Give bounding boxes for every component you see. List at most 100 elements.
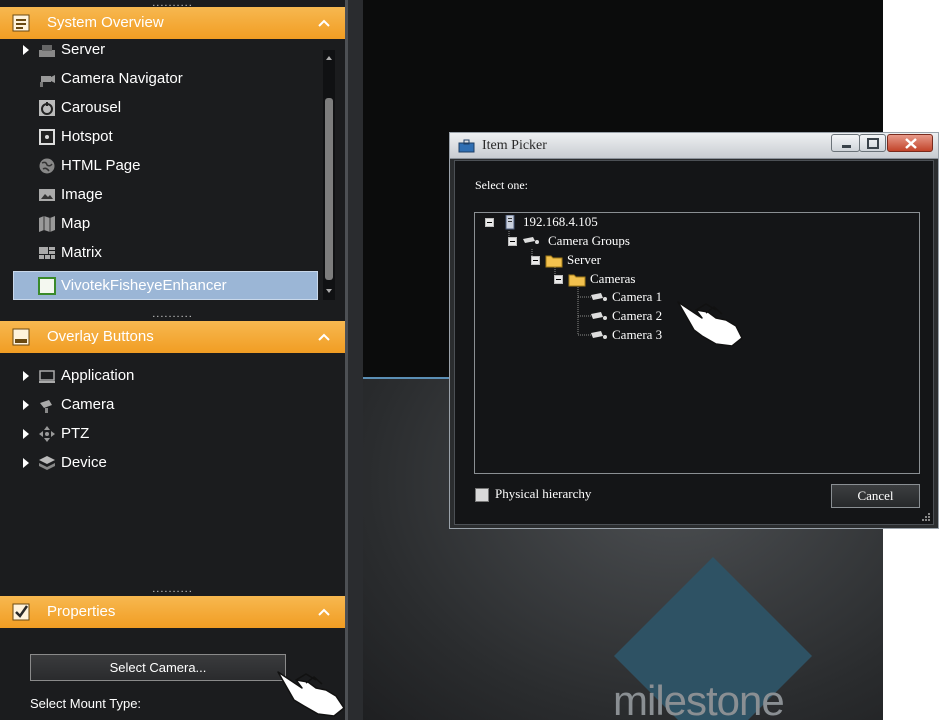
system-overview-header[interactable]: System Overview — [0, 7, 345, 39]
milestone-logo-text: milestone — [613, 677, 785, 720]
dialog-title: Item Picker — [482, 138, 547, 153]
list-item-device[interactable]: Device — [0, 449, 320, 478]
tree-node-label: Camera 3 — [612, 327, 663, 342]
select-camera-button[interactable]: Select Camera... — [30, 654, 286, 681]
maximize-icon — [867, 138, 879, 149]
camera-icon — [40, 400, 52, 413]
list-item-label: Server — [61, 41, 106, 58]
system-overview-title: System Overview — [47, 14, 164, 31]
list-item-label: Camera Navigator — [61, 70, 183, 87]
tree-node-label: Camera Groups — [548, 233, 630, 248]
list-item-ptz[interactable]: PTZ — [0, 420, 320, 449]
tree-node-label: Camera 1 — [612, 289, 663, 304]
close-icon — [905, 138, 917, 149]
list-item-label: Device — [61, 454, 107, 471]
briefcase-icon — [458, 139, 475, 153]
panel-splitter[interactable] — [345, 0, 363, 720]
folder-icon — [545, 255, 563, 268]
pointer-hand-icon — [277, 671, 345, 717]
image-icon — [39, 189, 55, 201]
expand-arrow-icon[interactable] — [22, 429, 30, 439]
server-tower-icon — [505, 215, 515, 230]
tree-node-label: Server — [567, 252, 601, 267]
server-icon — [39, 45, 55, 57]
list-item-label: Matrix — [61, 244, 102, 261]
camera-icon — [591, 331, 607, 339]
properties-header[interactable]: Properties — [0, 596, 345, 628]
collapse-toggle[interactable] — [485, 218, 494, 227]
list-item-camera-navigator[interactable]: Camera Navigator — [0, 65, 320, 94]
list-item-carousel[interactable]: Carousel — [0, 94, 320, 123]
list-item-camera[interactable]: Camera — [0, 391, 320, 420]
left-panel: .......... System Overview Server Camera… — [0, 0, 345, 720]
list-item-map[interactable]: Map — [0, 210, 320, 239]
ptz-icon — [39, 426, 55, 442]
chevron-up-icon[interactable] — [317, 330, 331, 344]
list-item-server[interactable]: Server — [0, 39, 320, 65]
overlay-buttons-header[interactable]: Overlay Buttons — [0, 321, 345, 353]
map-icon — [39, 216, 55, 232]
carousel-icon — [39, 100, 55, 116]
expand-arrow-icon[interactable] — [22, 371, 30, 381]
collapse-toggle[interactable] — [531, 256, 540, 265]
mount-type-label: Select Mount Type: — [30, 696, 142, 711]
globe-icon — [39, 158, 55, 174]
list-item-html-page[interactable]: HTML Page — [0, 152, 320, 181]
device-icon — [39, 456, 55, 470]
tree-node-label: Cameras — [590, 271, 636, 286]
system-overview-list: Server Camera Navigator Carousel Hotspot… — [0, 39, 345, 301]
list-item-matrix[interactable]: Matrix — [0, 239, 320, 268]
cancel-button[interactable]: Cancel — [831, 484, 920, 508]
physical-hierarchy-label: Physical hierarchy — [495, 486, 592, 501]
tree-node-label: Camera 2 — [612, 308, 663, 323]
scroll-down-icon[interactable] — [325, 287, 333, 295]
expand-arrow-icon[interactable] — [22, 45, 30, 55]
list-item-label: Application — [61, 367, 135, 384]
properties-title: Properties — [47, 603, 116, 620]
camera-icon — [591, 293, 607, 301]
list-scrollbar[interactable] — [323, 50, 335, 300]
scroll-up-icon[interactable] — [325, 54, 333, 62]
list-item-label: HTML Page — [61, 157, 141, 174]
chevron-up-icon[interactable] — [317, 16, 331, 30]
close-button[interactable] — [887, 134, 933, 152]
minimize-icon — [842, 145, 851, 148]
hotspot-icon — [39, 129, 55, 145]
resize-grip-icon[interactable] — [921, 512, 931, 522]
minimize-button[interactable] — [831, 134, 860, 152]
list-item-label: PTZ — [61, 425, 90, 442]
maximize-button[interactable] — [859, 134, 886, 152]
camera-icon — [591, 312, 607, 320]
list-item-label: Camera — [61, 396, 115, 413]
list-item-image[interactable]: Image — [0, 181, 320, 210]
overlay-buttons-title: Overlay Buttons — [47, 328, 154, 345]
panel-resize-handle[interactable]: .......... — [0, 586, 345, 594]
list-item-hotspot[interactable]: Hotspot — [0, 123, 320, 152]
expand-arrow-icon[interactable] — [22, 400, 30, 410]
panel-resize-handle[interactable]: .......... — [0, 311, 345, 319]
monitor-icon — [39, 370, 55, 383]
camera-group-icon — [523, 237, 539, 244]
list-item-label: Carousel — [61, 99, 122, 116]
list-icon — [12, 14, 30, 32]
camera-navigator-icon — [40, 75, 55, 87]
chevron-up-icon[interactable] — [317, 605, 331, 619]
tree-node-label: 192.168.4.105 — [523, 214, 598, 229]
plugin-icon — [38, 277, 56, 295]
dialog-titlebar[interactable]: Item Picker — [450, 133, 938, 159]
list-item-vivotek-fisheye-enhancer[interactable]: VivotekFisheyeEnhancer — [13, 271, 318, 300]
expand-arrow-icon[interactable] — [22, 458, 30, 468]
list-item-label: Hotspot — [61, 128, 113, 145]
list-item-application[interactable]: Application — [0, 362, 320, 391]
checkbox-box[interactable] — [475, 488, 489, 502]
checkbox-icon — [12, 603, 30, 621]
overlay-icon — [12, 328, 30, 346]
collapse-toggle[interactable] — [508, 237, 517, 246]
overlay-buttons-list: Application Camera PTZ Device — [0, 362, 345, 482]
collapse-toggle[interactable] — [554, 275, 563, 284]
scrollbar-thumb[interactable] — [325, 98, 333, 280]
matrix-icon — [39, 247, 55, 259]
list-item-label: VivotekFisheyeEnhancer — [61, 277, 227, 294]
list-item-label: Map — [61, 215, 91, 232]
pointer-hand-icon — [677, 301, 743, 347]
